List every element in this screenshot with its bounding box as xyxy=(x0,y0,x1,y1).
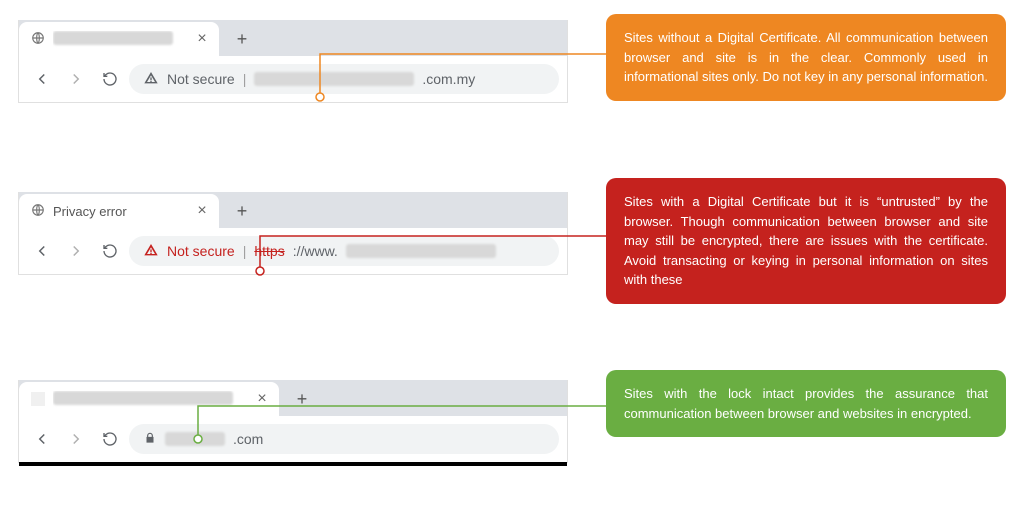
browser-window-secure: × + .com xyxy=(18,380,568,463)
back-button[interactable] xyxy=(27,236,57,266)
tab-strip: × + xyxy=(19,20,567,56)
url-host-blur xyxy=(346,244,496,258)
close-icon[interactable]: × xyxy=(255,392,269,406)
tab-title: Privacy error xyxy=(53,204,187,219)
warning-triangle-icon xyxy=(143,242,159,261)
reload-button[interactable] xyxy=(95,424,125,454)
new-tab-button[interactable]: + xyxy=(227,24,257,54)
callout-text: Sites with the lock intact provides the … xyxy=(624,386,988,421)
callout-text: Sites without a Digital Certificate. All… xyxy=(624,30,988,84)
callout-untrusted: Sites with a Digital Certificate but it … xyxy=(606,178,1006,304)
globe-icon xyxy=(31,203,45,220)
address-bar[interactable]: Not secure | https ://www. xyxy=(129,236,559,266)
tab-strip: × + xyxy=(19,380,567,416)
browser-tab[interactable]: × xyxy=(19,22,219,56)
close-icon[interactable]: × xyxy=(195,32,209,46)
callout-insecure: Sites without a Digital Certificate. All… xyxy=(606,14,1006,101)
browser-window-untrusted: Privacy error × + Not secure | https ://w… xyxy=(18,192,568,275)
forward-button[interactable] xyxy=(61,236,91,266)
separator: | xyxy=(243,71,247,87)
tab-title-blur xyxy=(53,31,187,48)
url-prefix: ://www. xyxy=(293,243,338,259)
callout-secure: Sites with the lock intact provides the … xyxy=(606,370,1006,437)
reload-button[interactable] xyxy=(95,236,125,266)
not-secure-label: Not secure xyxy=(167,243,235,259)
new-tab-button[interactable]: + xyxy=(227,196,257,226)
forward-button[interactable] xyxy=(61,424,91,454)
browser-toolbar: Not secure | https ://www. xyxy=(19,228,567,274)
bottom-border xyxy=(19,462,567,466)
https-strikethrough: https xyxy=(254,243,284,259)
callout-text: Sites with a Digital Certificate but it … xyxy=(624,194,988,287)
separator: | xyxy=(243,243,247,259)
back-button[interactable] xyxy=(27,424,57,454)
not-secure-label: Not secure xyxy=(167,71,235,87)
url-suffix: .com xyxy=(233,431,263,447)
back-button[interactable] xyxy=(27,64,57,94)
url-host-blur xyxy=(254,72,414,86)
tab-title-blur xyxy=(53,391,247,408)
favicon-blur xyxy=(31,392,45,406)
new-tab-button[interactable]: + xyxy=(287,384,317,414)
address-bar[interactable]: Not secure | .com.my xyxy=(129,64,559,94)
globe-icon xyxy=(31,31,45,48)
browser-toolbar: .com xyxy=(19,416,567,462)
browser-tab[interactable]: × xyxy=(19,382,279,416)
url-host-blur xyxy=(165,432,225,446)
lock-icon xyxy=(143,431,157,448)
reload-button[interactable] xyxy=(95,64,125,94)
tab-strip: Privacy error × + xyxy=(19,192,567,228)
close-icon[interactable]: × xyxy=(195,204,209,218)
browser-tab[interactable]: Privacy error × xyxy=(19,194,219,228)
browser-window-insecure: × + Not secure | .com.my xyxy=(18,20,568,103)
forward-button[interactable] xyxy=(61,64,91,94)
url-suffix: .com.my xyxy=(422,71,475,87)
warning-triangle-icon xyxy=(143,70,159,89)
browser-toolbar: Not secure | .com.my xyxy=(19,56,567,102)
address-bar[interactable]: .com xyxy=(129,424,559,454)
